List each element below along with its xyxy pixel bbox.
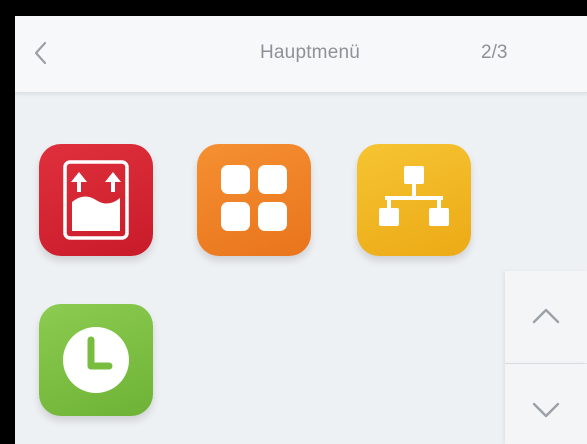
four-squares-icon	[221, 165, 287, 231]
scroll-up-button[interactable]	[505, 271, 587, 364]
header-bar: Hauptmenü 2/3	[15, 16, 587, 93]
chevron-up-icon	[532, 308, 560, 324]
network-tile[interactable]	[357, 144, 471, 256]
scroll-down-button[interactable]	[505, 364, 587, 444]
upload-tile[interactable]	[39, 144, 153, 256]
page-indicator: 2/3	[481, 42, 508, 63]
box-up-arrows-icon	[63, 160, 129, 240]
page-title: Hauptmenü	[259, 42, 361, 63]
back-button[interactable]	[31, 40, 53, 66]
network-tree-icon	[379, 166, 449, 226]
device-screen: Hauptmenü 2/3	[0, 0, 587, 444]
clock-icon	[63, 327, 129, 393]
grid-tile[interactable]	[197, 144, 311, 256]
chevron-down-icon	[532, 402, 560, 418]
clock-tile[interactable]	[39, 304, 153, 416]
chevron-left-icon	[34, 41, 47, 65]
